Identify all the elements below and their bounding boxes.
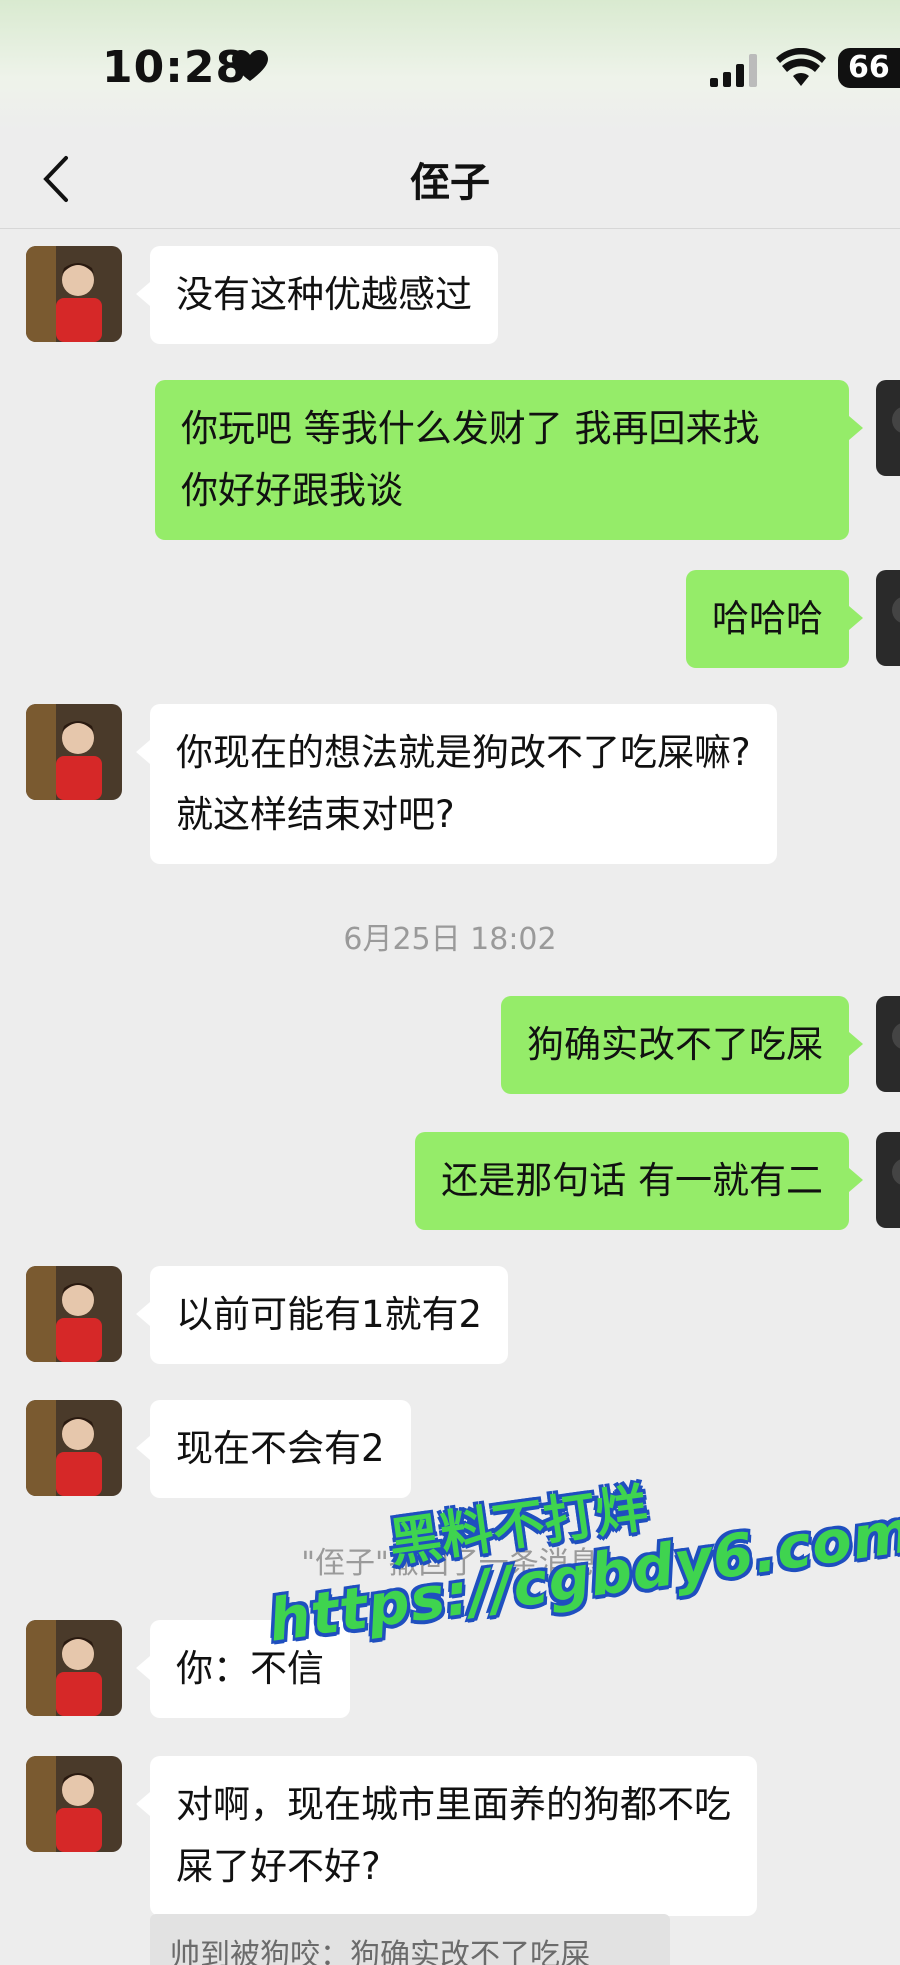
message-bubble-outgoing[interactable]: 你玩吧 等我什么发财了 我再回来找 你好好跟我谈 bbox=[155, 380, 863, 540]
message-bubble-outgoing[interactable]: 还是那句话 有一就有二 bbox=[415, 1132, 863, 1230]
chat-timestamp: 6月25日 18:02 bbox=[343, 922, 557, 957]
battery-indicator: 66 bbox=[838, 48, 900, 88]
message-bubble-outgoing[interactable]: 狗确实改不了吃屎 bbox=[501, 996, 863, 1094]
contact-avatar[interactable] bbox=[26, 704, 122, 800]
message-bubble-incoming[interactable]: 没有这种优越感过 bbox=[136, 246, 498, 344]
contact-avatar[interactable] bbox=[26, 1266, 122, 1362]
header-divider bbox=[0, 228, 900, 229]
self-avatar[interactable] bbox=[876, 996, 900, 1092]
message-bubble-incoming[interactable]: 对啊，现在城市里面养的狗都不吃 屎了好不好? bbox=[136, 1756, 757, 1916]
wifi-icon bbox=[776, 48, 826, 86]
message-bubble-incoming[interactable]: 你现在的想法就是狗改不了吃屎嘛? 就这样结束对吧? bbox=[136, 704, 777, 864]
self-avatar[interactable] bbox=[876, 1132, 900, 1228]
message-bubble-incoming[interactable]: 现在不会有2 bbox=[136, 1400, 411, 1498]
message-bubble-outgoing[interactable]: 哈哈哈 bbox=[686, 570, 863, 668]
self-avatar[interactable] bbox=[876, 380, 900, 476]
contact-avatar[interactable] bbox=[26, 1400, 122, 1496]
heart-icon bbox=[232, 50, 268, 81]
status-bar: 10:28 66 bbox=[0, 0, 900, 130]
chat-header: 侄子 bbox=[0, 130, 900, 230]
cellular-signal-icon bbox=[710, 54, 757, 87]
status-time: 10:28 bbox=[102, 42, 248, 93]
contact-avatar[interactable] bbox=[26, 1620, 122, 1716]
quoted-message[interactable]: 帅到被狗咬：狗确实改不了吃屎 bbox=[150, 1914, 670, 1965]
chat-title: 侄子 bbox=[410, 160, 490, 206]
contact-avatar[interactable] bbox=[26, 1756, 122, 1852]
message-bubble-incoming[interactable]: 以前可能有1就有2 bbox=[135, 1266, 509, 1364]
self-avatar[interactable] bbox=[876, 570, 900, 666]
contact-avatar[interactable] bbox=[26, 246, 122, 342]
